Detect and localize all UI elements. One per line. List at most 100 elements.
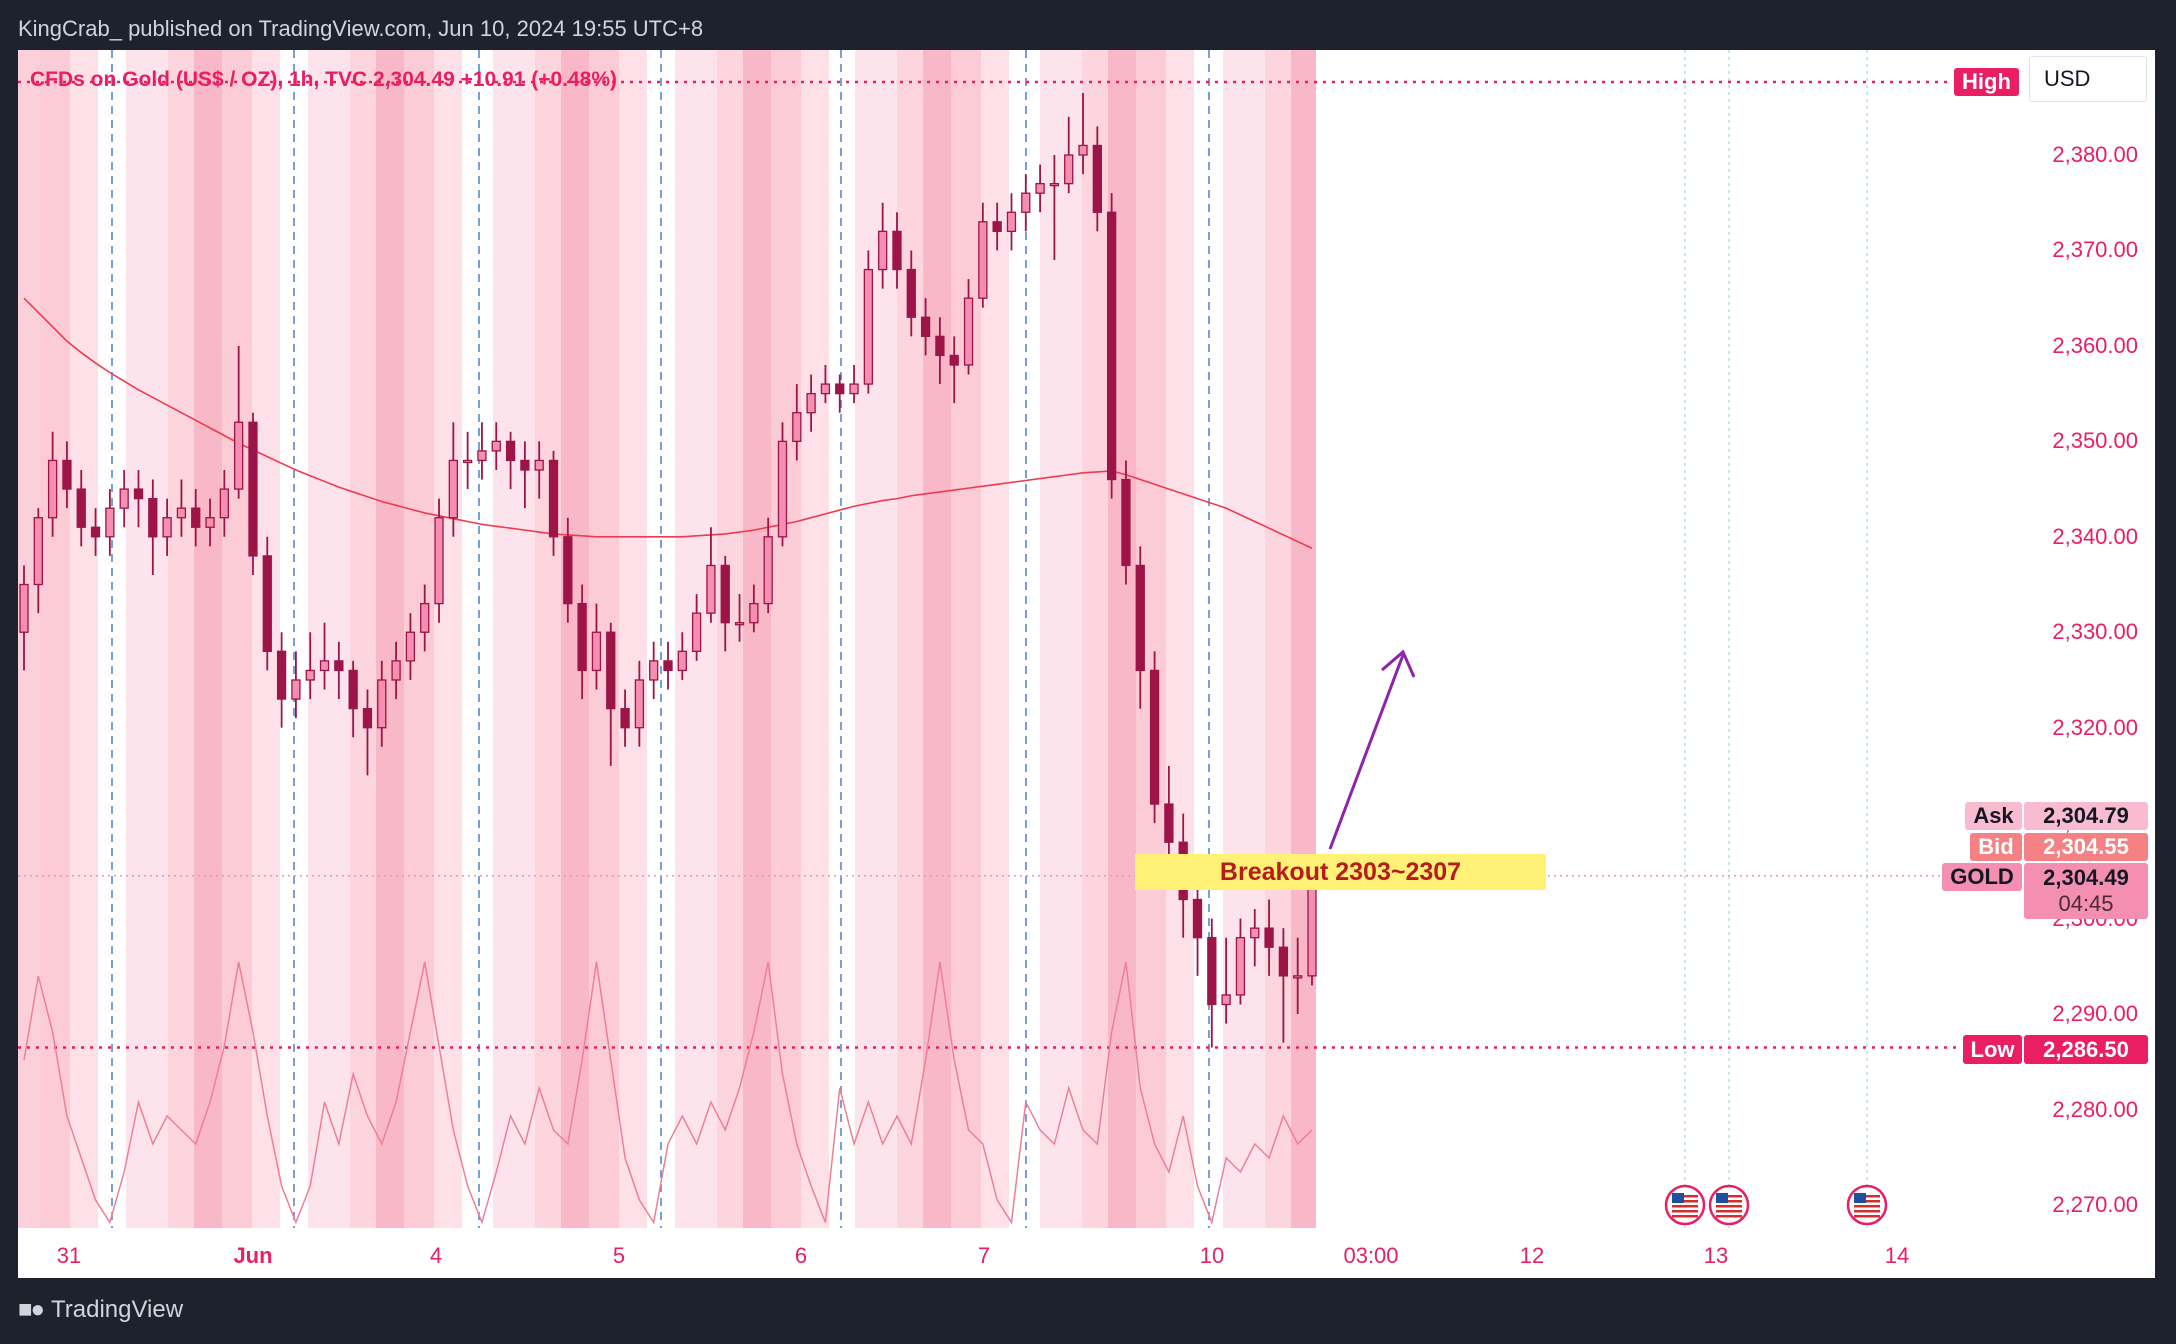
candle <box>434 498 444 623</box>
candle-body <box>276 650 287 700</box>
candle-body <box>448 459 458 519</box>
flag-stripe <box>1854 1210 1880 1213</box>
candle-body <box>548 459 559 538</box>
candle-body <box>935 335 945 357</box>
candle-body <box>792 412 802 442</box>
candle-body <box>749 602 759 624</box>
x-axis-tick: 13 <box>1703 1243 1729 1268</box>
candle-body <box>1192 898 1203 939</box>
candle-body <box>191 507 201 528</box>
symbol-label: GOLD <box>1942 863 2022 891</box>
candle-body <box>892 230 902 271</box>
candle-body <box>534 459 544 471</box>
flag-canton <box>1716 1193 1728 1203</box>
ask-price: 2,304.79 <box>2024 802 2148 830</box>
candle <box>462 431 473 490</box>
candle-body <box>219 488 230 519</box>
candle-body <box>978 221 988 299</box>
x-axis-tick: 6 <box>794 1243 808 1268</box>
y-axis-tick: 2,340.00 <box>2052 523 2138 549</box>
candle-body <box>176 507 187 519</box>
candle-body <box>577 602 587 672</box>
candle-body <box>420 602 430 633</box>
candle-body <box>677 650 687 672</box>
us-flag-event-icon <box>1708 1184 1750 1226</box>
candle-body <box>1207 937 1217 1006</box>
ask-label: Ask <box>1965 802 2022 830</box>
session-band <box>619 50 647 1228</box>
candle <box>1021 174 1031 232</box>
candle-body <box>606 631 616 710</box>
candle-body <box>906 268 916 318</box>
currency-button[interactable]: USD <box>2029 56 2147 102</box>
candle-body <box>377 679 387 729</box>
flag-stripe <box>1716 1205 1742 1208</box>
tradingview-logo-icon: ■● <box>18 1296 45 1323</box>
candle <box>262 536 272 671</box>
candle-body <box>348 669 358 710</box>
session-band <box>1291 50 1316 1228</box>
session-band <box>308 50 350 1228</box>
session-band <box>1040 50 1082 1228</box>
y-axis-tick: 2,330.00 <box>2052 619 2138 645</box>
candle-body <box>820 383 831 395</box>
candle-body <box>920 316 931 338</box>
y-axis-tick: 2,370.00 <box>2052 237 2138 263</box>
flag-stripe <box>1716 1215 1742 1218</box>
x-axis-tick: 31 <box>56 1243 82 1268</box>
session-band <box>350 50 376 1228</box>
candle-body <box>763 536 773 605</box>
candle-body <box>90 526 101 538</box>
symbol-legend[interactable]: CFDs on Gold (US$ / OZ), 1h, TVC 2,304.4… <box>30 68 617 92</box>
candle-body <box>76 488 86 528</box>
candle-body <box>706 564 716 614</box>
candle-body <box>1106 211 1117 481</box>
flag-stripe <box>1716 1210 1742 1213</box>
candle-body <box>491 440 501 452</box>
bid-price: 2,304.55 <box>2024 833 2148 861</box>
candle <box>663 641 673 690</box>
candle-body <box>62 459 72 490</box>
candle-body <box>620 707 630 729</box>
candle-body <box>291 679 301 700</box>
x-axis-tick: 4 <box>429 1243 443 1268</box>
bar-countdown: 04:45 <box>2058 891 2114 916</box>
candle-body <box>248 421 258 557</box>
x-axis-tick: 03:00 <box>1343 1243 1399 1268</box>
x-axis-tick: 7 <box>977 1243 991 1268</box>
high-label: High <box>1954 68 2019 96</box>
candle-body <box>19 583 29 633</box>
flag-canton <box>1672 1193 1684 1203</box>
session-band <box>1166 50 1194 1228</box>
session-band <box>1082 50 1108 1228</box>
flag-canton <box>1854 1193 1866 1203</box>
candle-body <box>133 488 144 500</box>
candle <box>1106 193 1117 499</box>
candle-body <box>963 297 974 366</box>
candle-body <box>1149 669 1160 805</box>
x-axis-tick: 12 <box>1519 1243 1545 1268</box>
tradingview-brand[interactable]: ■● TradingView <box>18 1296 183 1324</box>
x-axis-tick: 14 <box>1884 1243 1910 1268</box>
candle <box>1207 918 1217 1048</box>
session-band <box>855 50 897 1228</box>
candle-body <box>563 536 573 605</box>
flag-stripe <box>1854 1205 1880 1208</box>
session-band <box>126 50 168 1228</box>
candle-body <box>33 517 43 586</box>
candle <box>835 374 845 413</box>
breakout-annotation[interactable]: Breakout 2303~2307 <box>1135 854 1546 890</box>
session-band <box>1265 50 1291 1228</box>
candle-body <box>1278 946 1289 977</box>
price-chart[interactable] <box>0 0 2176 1344</box>
candle-body <box>1221 994 1231 1006</box>
candle-body <box>1006 211 1017 233</box>
last-price: 2,304.49 <box>2043 865 2129 890</box>
flag-stripe <box>1672 1205 1698 1208</box>
arrow-line <box>1328 654 1405 850</box>
candle-body <box>849 383 859 395</box>
candle-body <box>777 440 788 538</box>
candle-body <box>234 421 244 490</box>
session-band <box>18 50 40 1228</box>
candle-body <box>1121 478 1131 567</box>
